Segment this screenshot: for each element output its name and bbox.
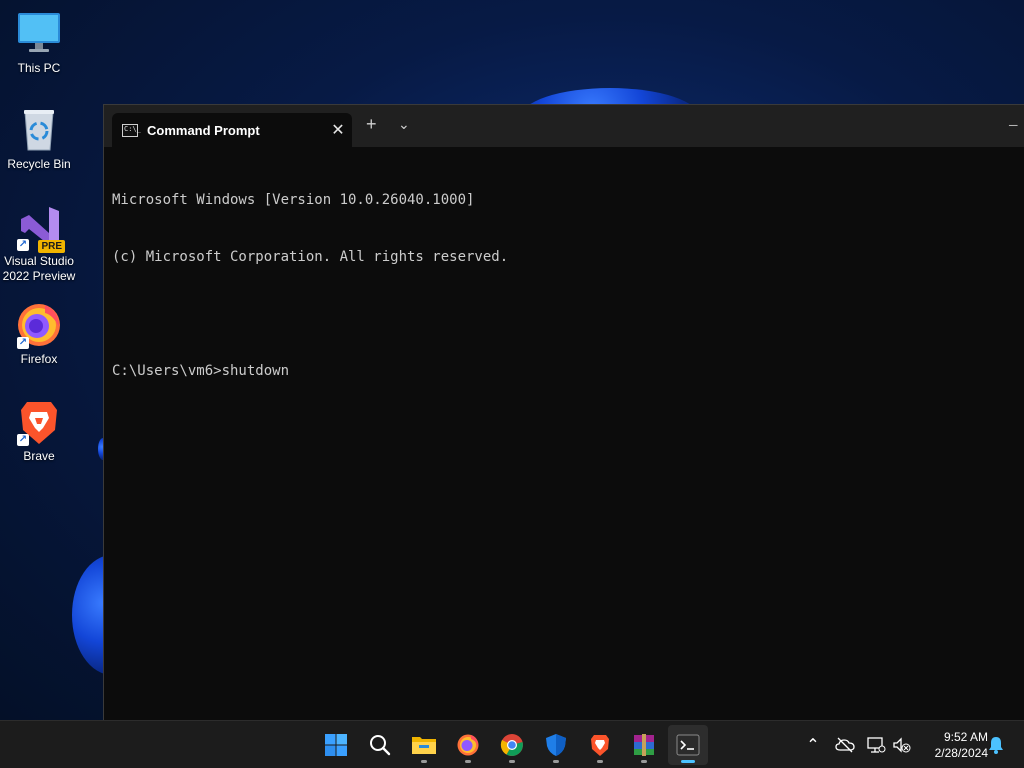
terminal-icon bbox=[676, 734, 700, 756]
search-button[interactable] bbox=[360, 725, 400, 765]
console-prompt-line: C:\Users\vm6>shutdown bbox=[112, 363, 290, 379]
running-indicator bbox=[681, 760, 695, 763]
console-output[interactable]: Microsoft Windows [Version 10.0.26040.10… bbox=[112, 153, 1017, 721]
search-icon bbox=[370, 735, 391, 756]
start-icon bbox=[325, 734, 347, 756]
tab-command-prompt[interactable]: C:\_ Command Prompt ✕ bbox=[112, 113, 352, 147]
command-prompt-window[interactable]: C:\_ Command Prompt ✕ + ⌄ ─ Microsoft Wi… bbox=[103, 104, 1024, 721]
firefox-icon bbox=[457, 734, 479, 756]
notifications-button[interactable] bbox=[986, 735, 1006, 755]
console-line: (c) Microsoft Corporation. All rights re… bbox=[112, 249, 509, 265]
visual-studio-icon: PRE ↗ bbox=[15, 203, 65, 253]
recycle-bin-icon bbox=[15, 106, 63, 154]
desktop-icon-label: Visual Studio 2022 Preview bbox=[2, 254, 76, 283]
tab-dropdown-button[interactable]: ⌄ bbox=[398, 116, 410, 132]
running-indicator bbox=[641, 760, 647, 763]
desktop-icon-label: Recycle Bin bbox=[7, 157, 71, 171]
brave-icon: ↗ bbox=[15, 398, 63, 446]
monitor-icon bbox=[15, 10, 63, 58]
bell-icon bbox=[989, 737, 1003, 754]
taskbar-file-explorer[interactable] bbox=[404, 725, 444, 765]
desktop-icon-label: Firefox bbox=[20, 352, 58, 366]
taskbar: ⌃ 9:52 AM 2/28/2024 bbox=[0, 720, 1024, 768]
volume-tray-button[interactable] bbox=[892, 735, 912, 755]
network-icon bbox=[867, 737, 886, 753]
winrar-icon bbox=[634, 734, 654, 756]
desktop-icon-recycle-bin[interactable]: Recycle Bin bbox=[0, 106, 78, 172]
onedrive-tray-button[interactable] bbox=[835, 735, 855, 755]
tab-title: Command Prompt bbox=[147, 122, 260, 138]
title-bar[interactable]: C:\_ Command Prompt ✕ + ⌄ ─ bbox=[104, 105, 1024, 147]
taskbar-firefox[interactable] bbox=[448, 725, 488, 765]
shortcut-arrow-icon: ↗ bbox=[17, 239, 29, 251]
desktop-icon-label: Brave bbox=[23, 449, 55, 463]
show-hidden-icons-button[interactable]: ⌃ bbox=[803, 735, 823, 755]
running-indicator bbox=[509, 760, 515, 763]
desktop-icon-firefox[interactable]: ↗ Firefox bbox=[0, 301, 78, 367]
volume-muted-icon bbox=[893, 737, 911, 753]
network-tray-button[interactable] bbox=[866, 735, 886, 755]
file-explorer-icon bbox=[412, 737, 436, 754]
clock-date: 2/28/2024 bbox=[934, 746, 988, 760]
taskbar-clock[interactable]: 9:52 AM 2/28/2024 bbox=[918, 729, 988, 761]
desktop-icon-this-pc[interactable]: This PC bbox=[0, 10, 78, 76]
taskbar-defender[interactable] bbox=[536, 725, 576, 765]
desktop-icon-brave[interactable]: ↗ Brave bbox=[0, 398, 78, 464]
chevron-up-icon: ⌃ bbox=[806, 737, 820, 754]
chrome-icon bbox=[500, 734, 523, 756]
brave-icon bbox=[591, 735, 609, 756]
start-button[interactable] bbox=[316, 725, 356, 765]
cloud-offline-icon bbox=[835, 737, 855, 753]
taskbar-winrar[interactable] bbox=[624, 725, 664, 765]
desktop-icon-label: This PC bbox=[17, 61, 61, 75]
console-line: Microsoft Windows [Version 10.0.26040.10… bbox=[112, 192, 475, 208]
running-indicator bbox=[553, 760, 559, 763]
cmd-icon: C:\_ bbox=[122, 123, 141, 137]
minimize-button[interactable]: ─ bbox=[1009, 117, 1018, 133]
close-tab-button[interactable]: ✕ bbox=[324, 120, 352, 140]
running-indicator bbox=[465, 760, 471, 763]
new-tab-button[interactable]: + bbox=[366, 115, 377, 133]
preview-badge: PRE bbox=[38, 240, 65, 253]
clock-time: 9:52 AM bbox=[943, 730, 988, 744]
shortcut-arrow-icon: ↗ bbox=[17, 337, 29, 349]
running-indicator bbox=[421, 760, 427, 763]
taskbar-terminal[interactable] bbox=[668, 725, 708, 765]
shortcut-arrow-icon: ↗ bbox=[17, 434, 29, 446]
running-indicator bbox=[597, 760, 603, 763]
taskbar-brave[interactable] bbox=[580, 725, 620, 765]
taskbar-chrome[interactable] bbox=[492, 725, 532, 765]
defender-icon bbox=[546, 734, 566, 756]
firefox-icon: ↗ bbox=[15, 301, 63, 349]
desktop-icon-visual-studio[interactable]: PRE ↗ Visual Studio 2022 Preview bbox=[0, 203, 78, 284]
